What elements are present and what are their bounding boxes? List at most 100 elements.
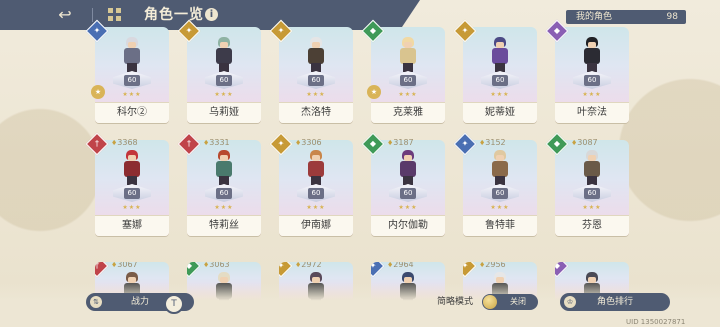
level-badge: 60 — [308, 188, 324, 199]
class-gold-icon: ✦ — [269, 132, 293, 156]
character-card[interactable]: ✦ 60 ★★★ ★ 科尔② — [85, 19, 169, 123]
sprite-body — [216, 161, 232, 177]
class-gold-icon: ✦ — [463, 262, 477, 278]
character-sprite — [581, 150, 603, 186]
class-green-icon: ◆ — [187, 262, 201, 278]
star-rating-icon: ★★★ — [122, 204, 142, 211]
toggle-state-label: 关闭 — [510, 297, 526, 306]
character-card[interactable]: ✦ 3152 60 ★★★ 鲁特菲 — [453, 132, 537, 236]
user-id: UID 1350027871 — [626, 318, 686, 326]
character-card[interactable]: ◆ 60 ★★★ 叶奈法 — [545, 19, 629, 123]
character-card[interactable]: ✦ 60 ★★★ 杰洛特 — [269, 19, 353, 123]
character-name: 叶奈法 — [577, 107, 607, 118]
character-sprite — [305, 37, 327, 73]
name-plate: 妮蒂娅 — [463, 102, 537, 123]
header-divider — [92, 8, 93, 22]
sprite-body — [584, 48, 600, 64]
star-rating-icon: ★★★ — [490, 91, 510, 98]
class-purple-icon: ◆ — [555, 262, 569, 278]
class-blue-icon: ✦ — [371, 262, 385, 278]
star-rating-icon: ★★★ — [582, 91, 602, 98]
character-sprite — [489, 150, 511, 186]
character-card[interactable]: † 3331 60 ★★★ 特莉丝 — [177, 132, 261, 236]
simple-mode-toggle[interactable]: 关闭 — [482, 294, 538, 310]
character-name: 塞娜 — [122, 220, 142, 231]
name-plate: 塞娜 — [95, 215, 169, 236]
name-plate: 伊南娜 — [279, 215, 353, 236]
class-purple-icon: ◆ — [545, 19, 569, 43]
character-sprite — [121, 150, 143, 186]
name-plate: 鲁特菲 — [463, 215, 537, 236]
level-badge: 60 — [308, 75, 324, 86]
sprite-legs — [219, 63, 229, 72]
name-plate: 叶奈法 — [555, 102, 629, 123]
level-badge: 60 — [124, 188, 140, 199]
toggle-knob — [483, 295, 497, 309]
character-card[interactable]: ◆ 60 ★★★ ★ 克莱雅 — [361, 19, 445, 123]
page-title: 角色一览 — [144, 7, 204, 23]
name-plate: 内尔伽勒 — [371, 215, 445, 236]
character-card[interactable]: ✦ 60 ★★★ 乌莉娅 — [177, 19, 261, 123]
sprite-body — [308, 48, 324, 64]
ranking-label: 角色排行 — [596, 297, 633, 307]
star-rating-icon: ★★★ — [582, 204, 602, 211]
character-sprite — [397, 37, 419, 73]
class-glyph: ◆ — [369, 139, 377, 148]
sprite-body — [584, 161, 600, 177]
character-card[interactable]: ✦ 3306 60 ★★★ 伊南娜 — [269, 132, 353, 236]
level-badge: 60 — [492, 188, 508, 199]
name-plate: 杰洛特 — [279, 102, 353, 123]
class-glyph: ✦ — [93, 26, 101, 35]
info-icon[interactable]: i — [205, 8, 218, 21]
name-plate: 克莱雅 — [371, 102, 445, 123]
name-plate: 特莉丝 — [187, 215, 261, 236]
level-badge: 60 — [400, 188, 416, 199]
name-plate: 芬恩 — [555, 215, 629, 236]
power-value: 2972 — [295, 262, 321, 270]
character-sprite — [581, 37, 603, 73]
grid-icon[interactable] — [108, 8, 122, 22]
sprite-legs — [219, 176, 229, 185]
level-badge: 60 — [584, 75, 600, 86]
level-badge: 60 — [216, 188, 232, 199]
character-card[interactable]: † 3368 60 ★★★ 塞娜 — [85, 132, 169, 236]
character-sprite — [213, 150, 235, 186]
sprite-body — [400, 48, 416, 64]
sprite-legs — [311, 63, 321, 72]
class-glyph: ✦ — [371, 262, 377, 270]
sprite-legs — [403, 63, 413, 72]
class-glyph: † — [187, 139, 191, 148]
power-value: 3187 — [387, 138, 413, 148]
power-value: 3067 — [111, 262, 137, 270]
top-header-bar: ↩ 角色一览 i — [0, 0, 420, 30]
character-ranking-button[interactable]: ♔ 角色排行 — [560, 293, 670, 311]
my-characters-counter: 我的角色 98 — [566, 10, 686, 24]
power-value: 2956 — [479, 262, 505, 270]
sprite-legs — [311, 176, 321, 185]
class-glyph: ✦ — [463, 262, 469, 270]
star-badge-icon: ★ — [367, 85, 381, 99]
class-glyph: ✦ — [461, 139, 469, 148]
character-card[interactable]: ✦ 60 ★★★ 妮蒂娅 — [453, 19, 537, 123]
character-sprite — [397, 150, 419, 186]
filter-icon[interactable]: T — [164, 294, 184, 314]
class-gold-icon: ✦ — [453, 19, 477, 43]
back-arrow-icon[interactable]: ↩ — [52, 5, 78, 25]
class-glyph: ✦ — [277, 26, 285, 35]
name-plate: 乌莉娅 — [187, 102, 261, 123]
name-plate: 科尔② — [95, 102, 169, 123]
character-card[interactable]: ◆ 3187 60 ★★★ 内尔伽勒 — [361, 132, 445, 236]
character-name: 芬恩 — [582, 220, 602, 231]
character-name: 鲁特菲 — [485, 220, 515, 231]
class-gold-icon: ✦ — [279, 262, 293, 278]
power-value: 3331 — [203, 138, 229, 148]
character-name: 克莱雅 — [393, 107, 423, 118]
class-glyph: ✦ — [461, 26, 469, 35]
class-green-icon: ◆ — [545, 132, 569, 156]
class-red-icon: † — [85, 132, 109, 156]
character-card[interactable]: ◆ 3087 60 ★★★ 芬恩 — [545, 132, 629, 236]
class-glyph: ◆ — [553, 139, 561, 148]
sprite-legs — [127, 176, 137, 185]
star-rating-icon: ★★★ — [214, 91, 234, 98]
class-glyph: ◆ — [555, 262, 561, 270]
